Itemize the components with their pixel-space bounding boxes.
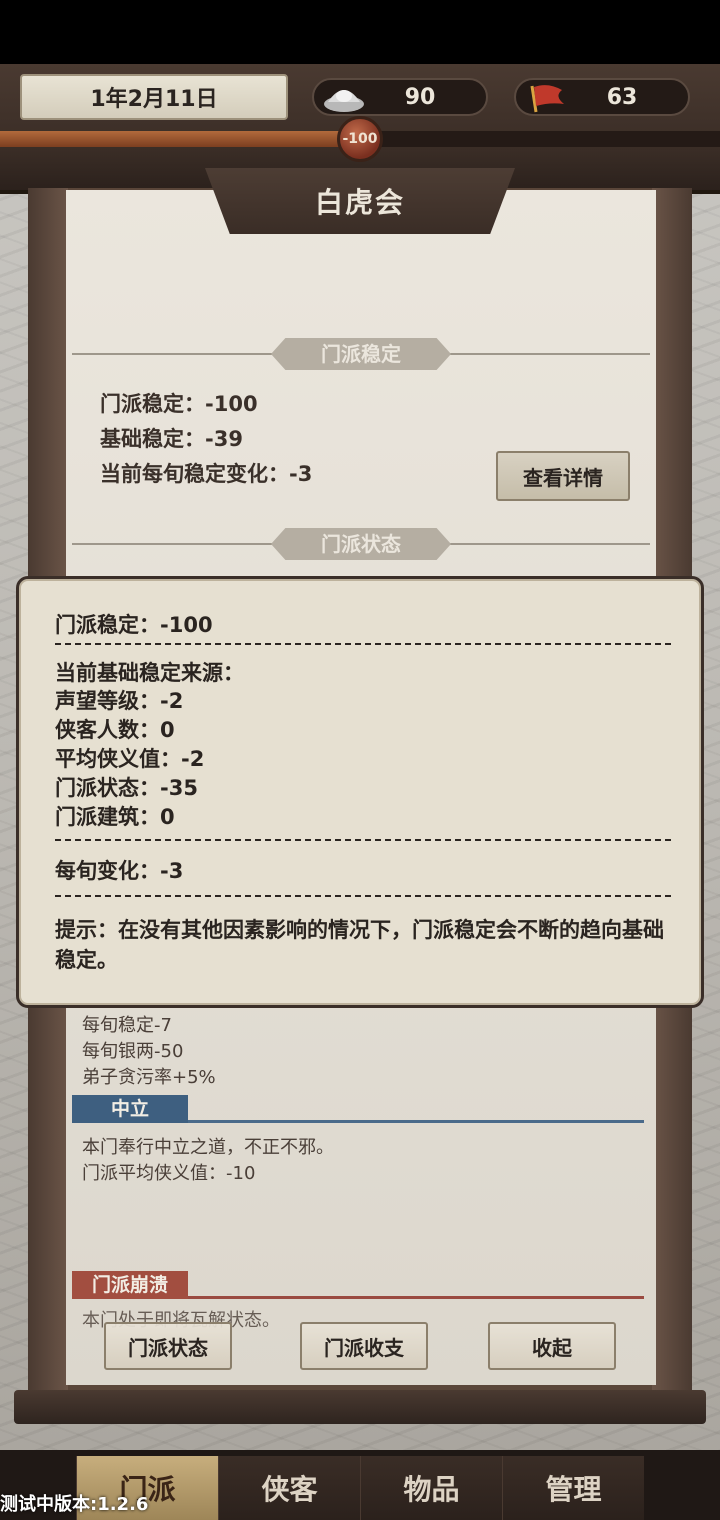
status-effect-corruption: 弟子贪污率+5%: [82, 1067, 216, 1088]
panel-bottom-frame: [14, 1390, 706, 1424]
flag-counter[interactable]: 63: [514, 78, 690, 116]
sect-title: 白虎会: [205, 168, 515, 234]
tooltip-buildings: 门派建筑：0: [55, 805, 175, 829]
base-stability-value: 基础稳定：-39: [100, 427, 243, 451]
tooltip-avg-chivalry: 平均侠义值：-2: [55, 747, 205, 771]
tooltip-divider: [55, 643, 671, 645]
nav-tab-items[interactable]: 物品: [360, 1456, 502, 1520]
view-details-button[interactable]: 查看详情: [496, 451, 630, 501]
nav-tab-manage[interactable]: 管理: [502, 1456, 644, 1520]
stability-change-value: 当前每旬稳定变化：-3: [100, 462, 313, 486]
status-effect-stability: 每旬稳定-7: [82, 1015, 172, 1036]
silver-ingot-icon: [322, 82, 366, 114]
section-header-status: 门派状态: [72, 528, 650, 560]
tooltip-divider: [55, 839, 671, 841]
stability-bar-fill: [0, 131, 360, 147]
status-effect-silver: 每旬银两-50: [82, 1041, 184, 1062]
stability-tooltip[interactable]: 门派稳定：-100 当前基础稳定来源： 声望等级：-2 侠客人数：0 平均侠义值…: [16, 576, 704, 1008]
neutral-tag-bar: 中立: [72, 1095, 644, 1123]
red-flag-icon: [524, 82, 568, 114]
tooltip-sect-status: 门派状态：-35: [55, 776, 198, 800]
stability-value: 门派稳定：-100: [100, 392, 258, 416]
tooltip-reputation: 声望等级：-2: [55, 689, 184, 713]
section-header-stability: 门派稳定: [72, 338, 650, 370]
tooltip-per-period-change: 每旬变化：-3: [55, 859, 184, 883]
section-header-status-label: 门派状态: [271, 528, 451, 560]
section-header-stability-label: 门派稳定: [271, 338, 451, 370]
sect-finance-button[interactable]: 门派收支: [300, 1322, 428, 1370]
nav-tab-heroes[interactable]: 侠客: [218, 1456, 360, 1520]
silver-counter[interactable]: 90: [312, 78, 488, 116]
collapse-tag: 门派崩溃: [72, 1271, 188, 1299]
tooltip-stability: 门派稳定：-100: [55, 613, 213, 637]
tooltip-member-count: 侠客人数：0: [55, 718, 175, 742]
tooltip-hint: 提示：在没有其他因素影响的情况下，门派稳定会不断的趋向基础稳定。: [55, 918, 664, 972]
sect-status-button[interactable]: 门派状态: [104, 1322, 232, 1370]
collapse-tag-bar: 门派崩溃: [72, 1271, 644, 1299]
collapse-button[interactable]: 收起: [488, 1322, 616, 1370]
tooltip-sources-title: 当前基础稳定来源：: [55, 661, 244, 685]
neutral-average: 门派平均侠义值：-10: [82, 1163, 256, 1184]
stability-knob: -100: [337, 116, 383, 162]
date-display: 1年2月11日: [20, 74, 288, 120]
tooltip-divider: [55, 895, 671, 897]
neutral-tag: 中立: [72, 1095, 188, 1123]
version-label: 测试中版本:1.2.6: [0, 1494, 149, 1515]
neutral-description: 本门奉行中立之道，不正不邪。: [82, 1137, 334, 1158]
